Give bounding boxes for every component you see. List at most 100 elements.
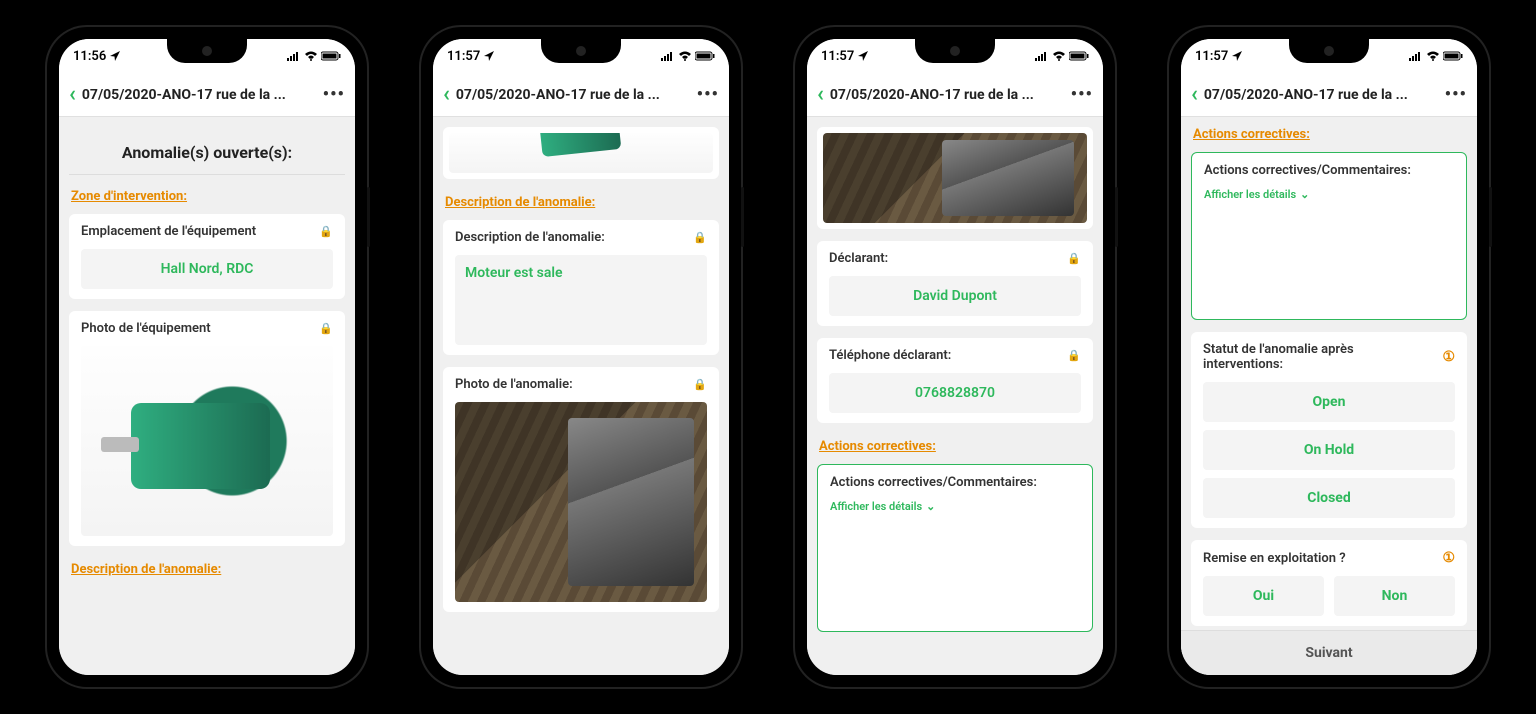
wifi-icon — [678, 51, 692, 61]
appbar-title: 07/05/2020-ANO-17 rue de la ... — [456, 87, 691, 103]
photo-anomalie-label: Photo de l'anomalie: — [455, 377, 573, 392]
telephone-label: Téléphone déclarant: — [829, 348, 951, 363]
battery-icon — [695, 51, 715, 61]
card-photo-anomalie: Photo de l'anomalie: 🔒 — [443, 367, 719, 612]
battery-icon — [321, 51, 341, 61]
signal-icon — [287, 51, 301, 61]
lock-icon: 🔒 — [1067, 252, 1081, 265]
card-photo-partial — [443, 127, 719, 179]
remise-label: Remise en exploitation ? — [1203, 551, 1346, 566]
required-icon: ① — [1442, 349, 1455, 365]
wifi-icon — [304, 51, 318, 61]
details-toggle[interactable]: Afficher les détails ⌄ — [1204, 188, 1454, 201]
section-description-anomalie[interactable]: Description de l'anomalie: — [443, 191, 719, 220]
status-option-onhold[interactable]: On Hold — [1203, 430, 1455, 470]
status-time: 11:57 — [821, 49, 854, 64]
app-bar: ‹ 07/05/2020-ANO-17 rue de la ... ••• — [433, 73, 729, 117]
card-remise: Remise en exploitation ? ① Oui Non — [1191, 540, 1467, 626]
phone-mockup-1: 11:56 ‹ 07/05/2020-ANO-17 rue de la ... … — [47, 27, 367, 687]
description-label: Description de l'anomalie: — [455, 230, 605, 245]
appbar-title: 07/05/2020-ANO-17 rue de la ... — [82, 87, 317, 103]
anomalie-photo-partial[interactable] — [823, 133, 1087, 223]
signal-icon — [661, 51, 675, 61]
more-options-icon[interactable]: ••• — [697, 84, 719, 105]
actions-input-area[interactable] — [1204, 209, 1454, 309]
location-value: Hall Nord, RDC — [81, 249, 333, 289]
card-description: Description de l'anomalie: 🔒 Moteur est … — [443, 220, 719, 355]
phone-mockup-3: 11:57 ‹ 07/05/2020-ANO-17 rue de la ... … — [795, 27, 1115, 687]
declarant-label: Déclarant: — [829, 251, 888, 266]
content-area[interactable]: Anomalie(s) ouverte(s): Zone d'intervent… — [59, 117, 355, 675]
declarant-value: David Dupont — [829, 276, 1081, 316]
card-actions-correctives[interactable]: Actions correctives/Commentaires: Affich… — [817, 464, 1093, 632]
details-toggle[interactable]: Afficher les détails ⌄ — [830, 500, 1080, 513]
status-label: Statut de l'anomalie après interventions… — [1203, 342, 1417, 372]
status-option-closed[interactable]: Closed — [1203, 478, 1455, 518]
card-location: Emplacement de l'équipement 🔒 Hall Nord,… — [69, 214, 345, 299]
app-bar: ‹ 07/05/2020-ANO-17 rue de la ... ••• — [59, 73, 355, 117]
section-actions-correctives[interactable]: Actions correctives: — [1191, 127, 1467, 152]
signal-icon — [1035, 51, 1049, 61]
back-chevron-icon[interactable]: ‹ — [817, 82, 824, 107]
battery-icon — [1443, 51, 1463, 61]
equipment-photo-partial[interactable] — [449, 133, 713, 173]
more-options-icon[interactable]: ••• — [1071, 84, 1093, 105]
status-time: 11:57 — [447, 49, 480, 64]
card-actions-correctives[interactable]: Actions correctives/Commentaires: Affich… — [1191, 152, 1467, 320]
photo-equipment-label: Photo de l'équipement — [81, 321, 211, 336]
back-chevron-icon[interactable]: ‹ — [69, 82, 76, 107]
app-bar: ‹ 07/05/2020-ANO-17 rue de la ... ••• — [807, 73, 1103, 117]
wifi-icon — [1052, 51, 1066, 61]
lock-icon: 🔒 — [693, 231, 707, 244]
lock-icon: 🔒 — [319, 322, 333, 335]
anomalie-photo[interactable] — [455, 402, 707, 602]
phone-notch — [1289, 39, 1369, 63]
card-photo-equipment: Photo de l'équipement 🔒 — [69, 311, 345, 546]
phone-notch — [167, 39, 247, 63]
more-options-icon[interactable]: ••• — [1445, 84, 1467, 105]
lock-icon: 🔒 — [693, 378, 707, 391]
phone-notch — [541, 39, 621, 63]
next-button[interactable]: Suivant — [1181, 630, 1477, 675]
actions-label: Actions correctives/Commentaires: — [1204, 163, 1411, 178]
section-zone-intervention[interactable]: Zone d'intervention: — [69, 185, 345, 214]
content-area[interactable]: Déclarant: 🔒 David Dupont Téléphone décl… — [807, 117, 1103, 675]
telephone-value: 0768828870 — [829, 373, 1081, 413]
lock-icon: 🔒 — [319, 225, 333, 238]
card-photo-partial — [817, 127, 1093, 229]
card-telephone: Téléphone déclarant: 🔒 0768828870 — [817, 338, 1093, 423]
card-declarant: Déclarant: 🔒 David Dupont — [817, 241, 1093, 326]
actions-label: Actions correctives/Commentaires: — [830, 475, 1037, 490]
wifi-icon — [1426, 51, 1440, 61]
lock-icon: 🔒 — [1067, 349, 1081, 362]
back-chevron-icon[interactable]: ‹ — [1191, 82, 1198, 107]
appbar-title: 07/05/2020-ANO-17 rue de la ... — [830, 87, 1065, 103]
status-option-open[interactable]: Open — [1203, 382, 1455, 422]
remise-option-non[interactable]: Non — [1334, 576, 1455, 616]
phone-mockup-4: 11:57 ‹ 07/05/2020-ANO-17 rue de la ... … — [1169, 27, 1489, 687]
required-icon: ① — [1442, 550, 1455, 566]
card-status: Statut de l'anomalie après interventions… — [1191, 332, 1467, 528]
location-arrow-icon — [858, 51, 868, 61]
app-bar: ‹ 07/05/2020-ANO-17 rue de la ... ••• — [1181, 73, 1477, 117]
location-label: Emplacement de l'équipement — [81, 224, 256, 239]
chevron-down-icon: ⌄ — [926, 500, 935, 513]
equipment-photo[interactable] — [81, 346, 333, 536]
back-chevron-icon[interactable]: ‹ — [443, 82, 450, 107]
status-time: 11:56 — [73, 49, 106, 64]
battery-icon — [1069, 51, 1089, 61]
section-actions-correctives[interactable]: Actions correctives: — [817, 435, 1093, 464]
content-area[interactable]: Actions correctives: Actions correctives… — [1181, 117, 1477, 675]
description-value: Moteur est sale — [455, 255, 707, 345]
chevron-down-icon: ⌄ — [1300, 188, 1309, 201]
section-description-anomalie[interactable]: Description de l'anomalie: — [69, 558, 345, 587]
appbar-title: 07/05/2020-ANO-17 rue de la ... — [1204, 87, 1439, 103]
location-arrow-icon — [110, 51, 120, 61]
phone-mockup-2: 11:57 ‹ 07/05/2020-ANO-17 rue de la ... … — [421, 27, 741, 687]
signal-icon — [1409, 51, 1423, 61]
content-area[interactable]: Description de l'anomalie: Description d… — [433, 117, 729, 675]
location-arrow-icon — [484, 51, 494, 61]
remise-option-oui[interactable]: Oui — [1203, 576, 1324, 616]
actions-input-area[interactable] — [830, 521, 1080, 621]
more-options-icon[interactable]: ••• — [323, 84, 345, 105]
